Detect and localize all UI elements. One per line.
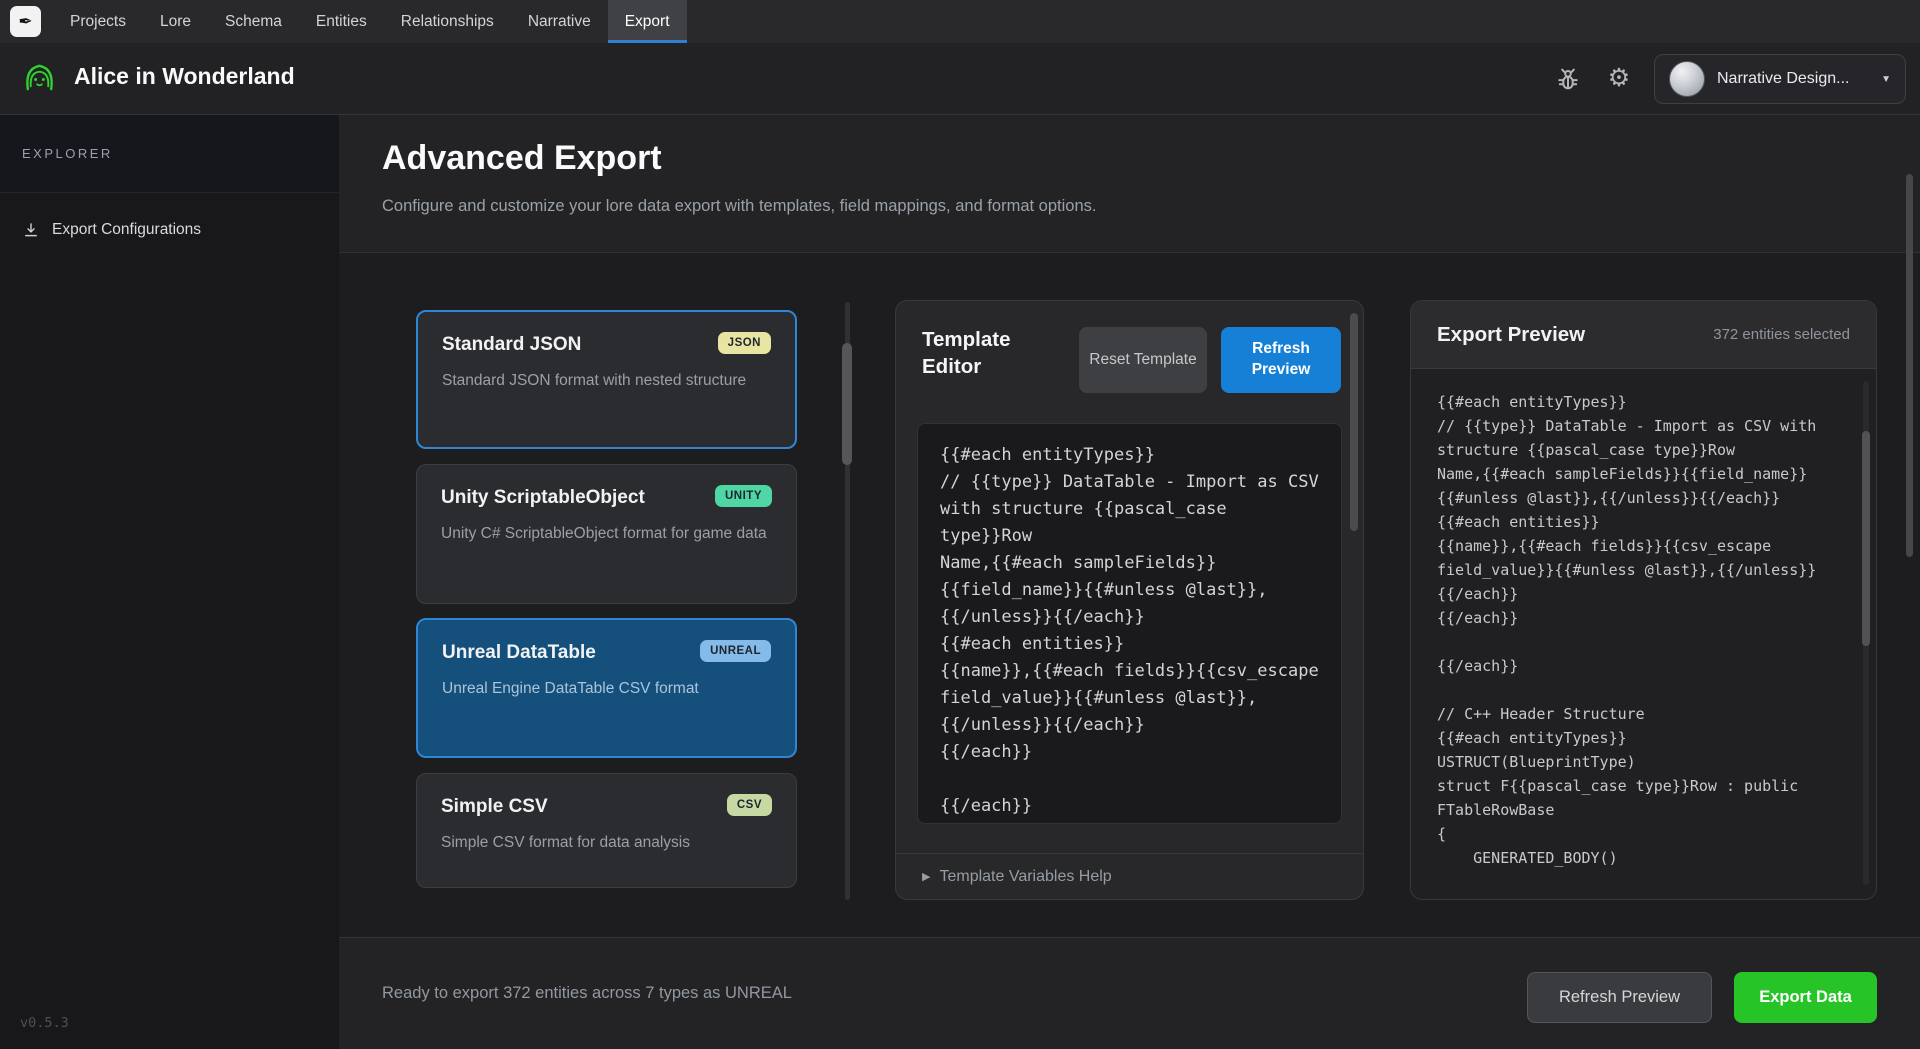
- triangle-right-icon: ▶: [922, 870, 930, 883]
- sidebar-item-label: Export Configurations: [52, 221, 201, 239]
- refresh-preview-button[interactable]: Refresh Preview: [1221, 327, 1341, 393]
- export-preview-header: Export Preview 372 entities selected: [1411, 301, 1876, 369]
- format-card-title: Standard JSON: [442, 334, 581, 356]
- sidebar: EXPLORER Export Configurations v0.5.3: [0, 115, 339, 1049]
- app-version: v0.5.3: [20, 1015, 69, 1031]
- template-editor-title: Template Editor: [922, 327, 1072, 380]
- format-card-title: Simple CSV: [441, 796, 548, 818]
- sidebar-section-header: EXPLORER: [0, 115, 339, 193]
- format-card-description: Simple CSV format for data analysis: [441, 832, 772, 854]
- format-list-scrollbar-thumb[interactable]: [842, 343, 852, 465]
- app-logo-icon[interactable]: ✒: [10, 6, 41, 37]
- format-card-unreal-datatable[interactable]: Unreal DataTable UNREAL Unreal Engine Da…: [416, 618, 797, 758]
- quill-icon: ✒: [18, 12, 32, 32]
- entities-selected-count: 372 entities selected: [1713, 326, 1850, 343]
- chevron-down-icon: ▼: [1881, 74, 1891, 85]
- explorer-label: EXPLORER: [22, 146, 113, 161]
- preview-scrollbar-thumb[interactable]: [1862, 431, 1870, 646]
- format-card-standard-json[interactable]: Standard JSON JSON Standard JSON format …: [416, 310, 797, 449]
- tab-relationships[interactable]: Relationships: [384, 0, 511, 43]
- footer-refresh-preview-button[interactable]: Refresh Preview: [1527, 972, 1712, 1023]
- template-variables-help-toggle[interactable]: ▶ Template Variables Help: [896, 853, 1363, 899]
- format-badge-csv: CSV: [727, 794, 772, 816]
- tab-projects[interactable]: Projects: [53, 0, 143, 43]
- user-menu-label: Narrative Design...: [1717, 70, 1869, 88]
- page-title: Advanced Export: [382, 139, 662, 178]
- export-preview-title: Export Preview: [1437, 323, 1585, 347]
- export-data-button[interactable]: Export Data: [1734, 972, 1877, 1023]
- footer-bar: Ready to export 372 entities across 7 ty…: [339, 937, 1920, 1049]
- page-scrollbar-thumb[interactable]: [1906, 174, 1913, 557]
- project-avatar-icon: [20, 59, 59, 98]
- tab-lore[interactable]: Lore: [143, 0, 208, 43]
- tab-entities[interactable]: Entities: [299, 0, 384, 43]
- user-avatar: [1669, 61, 1705, 97]
- page-hero: Advanced Export Configure and customize …: [339, 115, 1920, 253]
- format-card-simple-csv[interactable]: Simple CSV CSV Simple CSV format for dat…: [416, 773, 797, 888]
- format-card-unity-scriptableobject[interactable]: Unity ScriptableObject UNITY Unity C# Sc…: [416, 464, 797, 604]
- help-toggle-label: Template Variables Help: [939, 868, 1111, 886]
- page-subtitle: Configure and customize your lore data e…: [382, 197, 1096, 216]
- download-icon: [22, 221, 40, 239]
- reset-template-button[interactable]: Reset Template: [1079, 327, 1207, 393]
- user-menu[interactable]: Narrative Design... ▼: [1654, 54, 1906, 104]
- format-card-description: Standard JSON format with nested structu…: [442, 370, 771, 392]
- tab-schema[interactable]: Schema: [208, 0, 299, 43]
- export-status-text: Ready to export 372 entities across 7 ty…: [382, 984, 792, 1003]
- export-preview-code: {{#each entityTypes}} // {{type}} DataTa…: [1411, 370, 1876, 899]
- sidebar-item-export-configurations[interactable]: Export Configurations: [0, 207, 339, 253]
- format-card-description: Unity C# ScriptableObject format for gam…: [441, 523, 772, 545]
- app-header: Alice in Wonderland ⚙ Narrative Design..…: [0, 43, 1920, 115]
- template-editor-panel: Template Editor Reset Template Refresh P…: [895, 300, 1364, 900]
- editor-scrollbar-thumb[interactable]: [1350, 313, 1358, 531]
- tab-narrative[interactable]: Narrative: [511, 0, 608, 43]
- format-card-title: Unreal DataTable: [442, 642, 596, 664]
- bug-icon[interactable]: [1554, 65, 1582, 93]
- export-preview-panel: Export Preview 372 entities selected {{#…: [1410, 300, 1877, 900]
- project-title: Alice in Wonderland: [74, 63, 295, 90]
- gear-icon[interactable]: ⚙: [1602, 61, 1636, 95]
- format-card-title: Unity ScriptableObject: [441, 487, 645, 509]
- format-badge-json: JSON: [718, 332, 771, 354]
- format-badge-unity: UNITY: [715, 485, 772, 507]
- top-nav-bar: ✒ Projects Lore Schema Entities Relation…: [0, 0, 1920, 43]
- template-editor-input[interactable]: {{#each entityTypes}} // {{type}} DataTa…: [917, 423, 1342, 824]
- template-editor-header: Template Editor Reset Template Refresh P…: [896, 301, 1363, 393]
- format-card-description: Unreal Engine DataTable CSV format: [442, 678, 771, 700]
- tab-export[interactable]: Export: [608, 0, 687, 43]
- format-badge-unreal: UNREAL: [700, 640, 771, 662]
